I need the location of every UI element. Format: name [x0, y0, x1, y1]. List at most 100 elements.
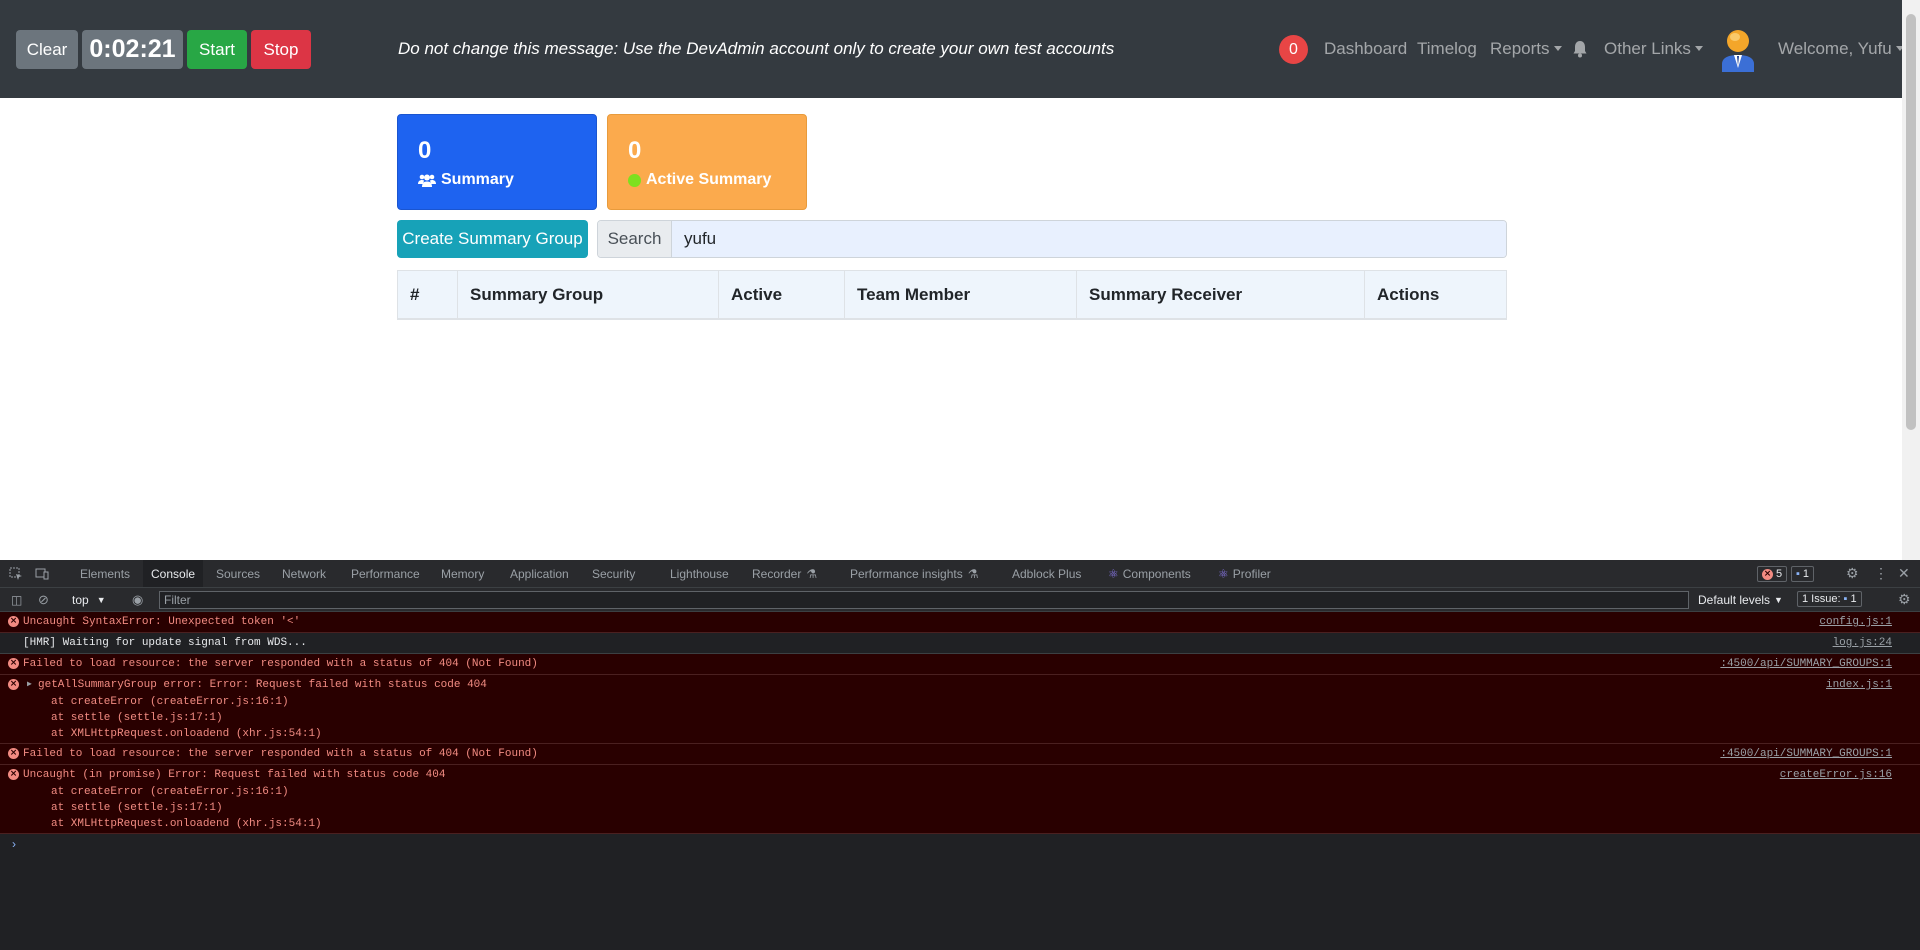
error-icon: ×: [8, 769, 19, 780]
eye-icon[interactable]: ◉: [124, 586, 151, 613]
start-button[interactable]: Start: [187, 30, 247, 69]
react-icon: ⚛: [1218, 566, 1229, 581]
issues-count: 1: [1850, 593, 1857, 605]
column-header-summary-receiver[interactable]: Summary Receiver: [1077, 271, 1365, 318]
nav-dashboard-link[interactable]: Dashboard: [1324, 39, 1407, 59]
console-row: × Uncaught SyntaxError: Unexpected token…: [0, 612, 1920, 633]
devtools-tab-adblock-plus[interactable]: Adblock Plus: [1004, 560, 1089, 587]
chevron-down-icon: [1553, 46, 1562, 51]
close-icon[interactable]: ✕: [1890, 560, 1918, 587]
console-source-link[interactable]: config.js:1: [1819, 615, 1892, 629]
error-icon: ×: [8, 616, 19, 627]
console-row: × Failed to load resource: the server re…: [0, 744, 1920, 765]
nav-timelog-link[interactable]: Timelog: [1417, 39, 1477, 59]
devtools-tab-components[interactable]: ⚛ Components: [1100, 560, 1199, 587]
inspect-element-icon[interactable]: [9, 567, 23, 581]
console-row: × ▶ getAllSummaryGroup error: Error: Requ…: [0, 675, 1920, 744]
devtools-tab-elements[interactable]: Elements: [72, 560, 138, 587]
devtools-tab-components-label: Components: [1122, 566, 1191, 581]
console-message[interactable]: ▶ getAllSummaryGroup error: Error: Reques…: [0, 675, 1920, 695]
react-icon: ⚛: [1108, 566, 1119, 581]
expand-triangle-icon[interactable]: ▶: [27, 678, 32, 692]
issues-message-icon: ▪: [1843, 593, 1848, 605]
flask-icon: ⚗: [806, 566, 818, 581]
console-row: × Failed to load resource: the server re…: [0, 654, 1920, 675]
column-header-summary-group[interactable]: Summary Group: [458, 271, 719, 318]
nav-other-links-dropdown[interactable]: Other Links: [1604, 39, 1703, 59]
notification-count-badge[interactable]: 0: [1279, 35, 1308, 64]
summary-count: 0: [418, 137, 432, 164]
column-header-team-member[interactable]: Team Member: [845, 271, 1077, 318]
search-input[interactable]: [672, 221, 1506, 257]
devtools-tab-lighthouse[interactable]: Lighthouse: [662, 560, 737, 587]
console-output: × Uncaught SyntaxError: Unexpected token…: [0, 612, 1920, 854]
column-header-actions[interactable]: Actions: [1365, 271, 1506, 318]
console-settings-gear-icon[interactable]: ⚙: [1890, 586, 1919, 613]
nav-user-menu-dropdown[interactable]: Welcome, Yufu: [1778, 39, 1904, 59]
search-group: Search: [597, 220, 1507, 258]
chevron-down-icon: ▼: [1774, 594, 1783, 605]
nav-reports-dropdown[interactable]: Reports: [1490, 39, 1562, 59]
dev-banner-message: Do not change this message: Use the DevA…: [398, 39, 1115, 58]
console-filter-input[interactable]: Filter: [159, 591, 1689, 609]
devtools-tab-security[interactable]: Security: [584, 560, 643, 587]
active-summary-card: 0 Active Summary: [607, 114, 807, 210]
summary-group-table-header: # Summary Group Active Team Member Summa…: [397, 270, 1507, 320]
devtools-tab-recorder[interactable]: Recorder ⚗: [744, 560, 825, 587]
page-scrollbar-thumb[interactable]: [1906, 14, 1916, 430]
active-summary-card-label: Active Summary: [628, 171, 806, 189]
stack-frame: at createError (createError.js:16:1): [51, 786, 289, 798]
devtools-tab-network[interactable]: Network: [274, 560, 334, 587]
devtools-tab-profiler[interactable]: ⚛ Profiler: [1210, 560, 1279, 587]
console-source-link[interactable]: :4500/api/SUMMARY_GROUPS:1: [1720, 747, 1892, 761]
issues-badge[interactable]: 1 Issue: ▪ 1: [1797, 591, 1862, 607]
devtools-tab-bar: Elements Console Sources Network Perform…: [0, 560, 1920, 588]
column-header-number[interactable]: #: [398, 271, 458, 318]
bell-icon[interactable]: [1572, 40, 1588, 58]
create-summary-group-button[interactable]: Create Summary Group: [397, 220, 588, 258]
sidebar-toggle-icon[interactable]: ◫: [3, 586, 30, 613]
error-icon: ×: [1762, 568, 1773, 580]
log-levels-dropdown[interactable]: Default levels ▼: [1690, 586, 1791, 613]
devtools-tab-console[interactable]: Console: [143, 560, 204, 587]
nav-other-links-label: Other Links: [1604, 39, 1691, 58]
summary-card: 0 Summary: [397, 114, 597, 210]
console-source-link[interactable]: index.js:1: [1826, 678, 1892, 692]
error-count: 5: [1776, 568, 1783, 580]
active-summary-label-text: Active Summary: [646, 171, 772, 188]
clear-button[interactable]: Clear: [16, 30, 78, 69]
summary-card-label: Summary: [418, 171, 596, 189]
search-label: Search: [598, 221, 672, 257]
context-selector[interactable]: top ▼: [64, 586, 114, 613]
active-summary-count: 0: [628, 137, 642, 164]
avatar[interactable]: [1718, 24, 1758, 72]
flask-icon: ⚗: [967, 566, 979, 581]
clear-console-icon[interactable]: ⊘: [30, 586, 57, 613]
console-source-link[interactable]: :4500/api/SUMMARY_GROUPS:1: [1720, 657, 1892, 671]
timer-display: 0:02:21: [82, 30, 183, 69]
devtools-tab-application[interactable]: Application: [502, 560, 577, 587]
devtools-tab-performance-insights[interactable]: Performance insights ⚗: [842, 560, 986, 587]
devtools-tab-sources[interactable]: Sources: [208, 560, 268, 587]
console-message: Failed to load resource: the server resp…: [23, 748, 538, 760]
settings-gear-icon[interactable]: ⚙: [1838, 560, 1867, 587]
stack-frame: at XMLHttpRequest.onloadend (xhr.js:54:1…: [51, 818, 322, 830]
nav-welcome-label: Welcome, Yufu: [1778, 39, 1892, 58]
stop-button[interactable]: Stop: [251, 30, 311, 69]
devtools-tab-memory[interactable]: Memory: [433, 560, 492, 587]
column-header-active[interactable]: Active: [719, 271, 845, 318]
nav-reports-label: Reports: [1490, 39, 1550, 58]
console-source-link[interactable]: createError.js:16: [1780, 768, 1892, 782]
issues-label: 1 Issue:: [1802, 593, 1841, 605]
console-message: [HMR] Waiting for update signal from WDS…: [23, 637, 307, 649]
console-prompt-input[interactable]: ›: [0, 834, 1920, 854]
device-toolbar-icon[interactable]: [35, 567, 49, 581]
users-icon: [418, 174, 436, 187]
error-icon: ×: [8, 658, 19, 669]
console-source-link[interactable]: log.js:24: [1833, 636, 1892, 650]
message-count-badge[interactable]: ▪ 1: [1791, 566, 1815, 582]
page-scrollbar[interactable]: [1902, 0, 1920, 560]
console-message: Failed to load resource: the server resp…: [23, 658, 538, 670]
error-count-badge[interactable]: × 5: [1757, 566, 1788, 582]
devtools-tab-performance[interactable]: Performance: [343, 560, 428, 587]
